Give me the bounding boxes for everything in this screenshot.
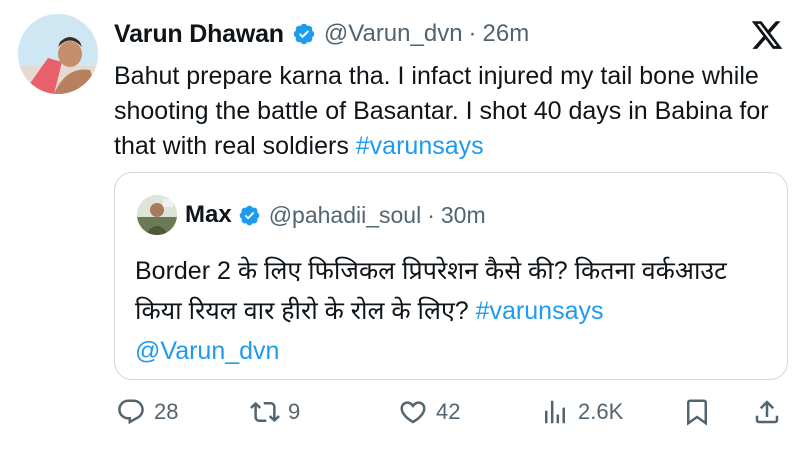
- quoted-post-header: Max @pahadii_soul · 30m: [185, 197, 486, 233]
- like-count: 42: [436, 399, 461, 424]
- post-text: Bahut prepare karna tha. I infact injure…: [114, 59, 794, 164]
- quoted-post-card[interactable]: Max @pahadii_soul · 30m Border 2 के लिए …: [114, 172, 788, 380]
- quoted-avatar-photo: [137, 195, 177, 235]
- reply-count: 28: [154, 399, 179, 424]
- quoted-post-text: Border 2 के लिए फिजिकल प्रिपरेशन कैसे की…: [135, 251, 775, 371]
- post-action-bar: 28 9 42 2.6K: [114, 392, 794, 432]
- author-name[interactable]: Varun Dhawan: [114, 20, 284, 49]
- post-timestamp[interactable]: 26m: [483, 20, 530, 48]
- quoted-post-timestamp[interactable]: 30m: [441, 202, 486, 229]
- reply-button[interactable]: 28: [116, 392, 178, 432]
- repost-icon: [250, 401, 280, 423]
- views-button[interactable]: 2.6K: [540, 392, 623, 432]
- quoted-author-name[interactable]: Max: [185, 201, 232, 229]
- bookmark-button[interactable]: [682, 392, 712, 432]
- verified-badge-icon[interactable]: [292, 22, 316, 46]
- like-icon: [400, 401, 426, 424]
- reply-icon: [118, 399, 144, 425]
- verified-badge-icon[interactable]: [238, 204, 261, 227]
- share-button[interactable]: [752, 392, 782, 432]
- views-count: 2.6K: [578, 399, 624, 424]
- quoted-post-mention-link[interactable]: @Varun_dvn: [135, 337, 279, 365]
- author-handle[interactable]: @Varun_dvn: [324, 20, 463, 48]
- quoted-post-text-body: Border 2 के लिए फिजिकल प्रिपरेशन कैसे की…: [135, 257, 727, 325]
- author-avatar[interactable]: [18, 14, 98, 94]
- views-icon: [545, 400, 565, 424]
- repost-count: 9: [288, 399, 301, 424]
- quoted-author-avatar[interactable]: [137, 195, 177, 235]
- like-button[interactable]: 42: [398, 392, 460, 432]
- quoted-post-hashtag-link[interactable]: #varunsays: [476, 297, 604, 325]
- post-hashtag-link[interactable]: #varunsays: [356, 132, 484, 160]
- repost-button[interactable]: 9: [250, 392, 300, 432]
- separator-dot: ·: [468, 20, 477, 47]
- separator-dot: ·: [427, 201, 435, 228]
- bookmark-icon: [687, 399, 707, 426]
- x-logo-icon[interactable]: [750, 18, 784, 52]
- quoted-author-handle[interactable]: @pahadii_soul: [269, 202, 422, 229]
- post-header: Varun Dhawan @Varun_dvn · 26m: [114, 16, 529, 52]
- avatar-photo: [18, 14, 98, 94]
- share-icon: [755, 400, 779, 424]
